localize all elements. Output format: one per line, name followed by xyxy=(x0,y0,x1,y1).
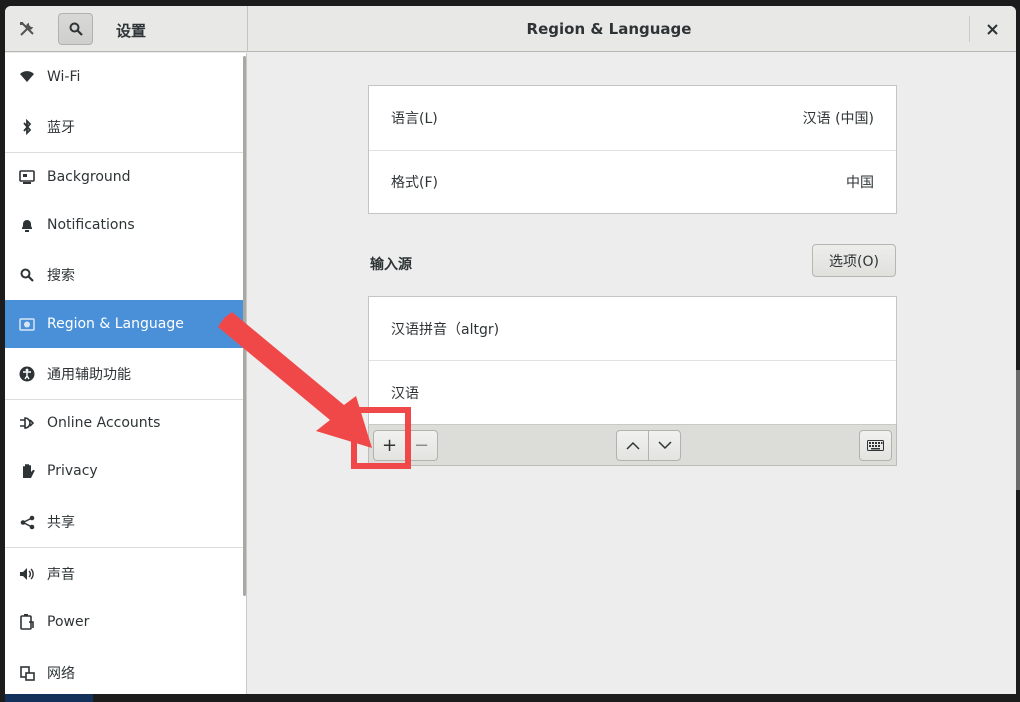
annotation-arrow xyxy=(218,312,372,448)
background-window-edge xyxy=(1016,370,1020,490)
taskbar-fragment xyxy=(5,694,93,702)
annotation-highlight-box xyxy=(351,407,411,469)
